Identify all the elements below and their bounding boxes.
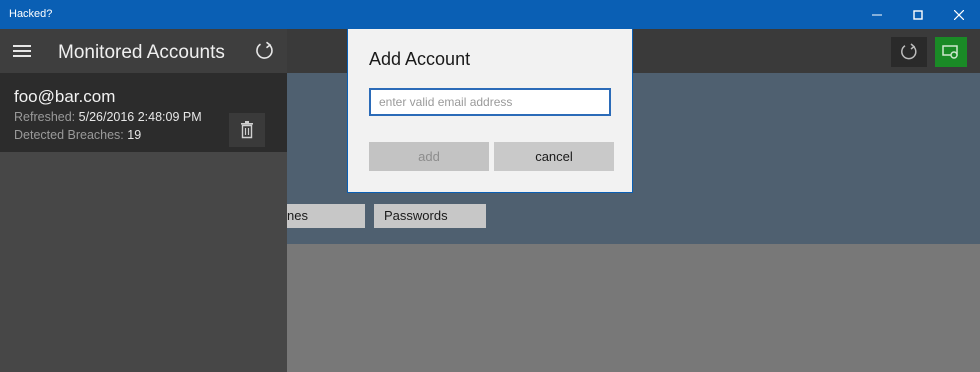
email-input[interactable] — [369, 88, 611, 116]
refresh-icon[interactable] — [254, 40, 276, 62]
trash-icon — [241, 121, 253, 139]
refreshed-line: Refreshed: 5/26/2016 2:48:09 PM — [14, 110, 202, 124]
refreshed-value: 5/26/2016 2:48:09 PM — [78, 110, 202, 124]
title-bar: Hacked? — [0, 0, 980, 29]
add-account-button[interactable] — [935, 37, 967, 67]
close-icon — [954, 9, 964, 20]
refreshed-label: Refreshed: — [14, 110, 76, 124]
breaches-value: 19 — [127, 128, 142, 142]
sidebar-header: Monitored Accounts — [0, 29, 287, 73]
account-list-item[interactable]: foo@bar.com Refreshed: 5/26/2016 2:48:09… — [0, 73, 287, 152]
minimize-button[interactable] — [854, 0, 900, 29]
window-title: Hacked? — [9, 8, 53, 20]
breaches-line: Detected Breaches: 19 — [14, 128, 141, 142]
sidebar: Monitored Accounts foo@bar.com Refreshed… — [0, 29, 287, 372]
maximize-button[interactable] — [895, 0, 941, 29]
refresh-icon — [901, 43, 917, 60]
maximize-icon — [913, 9, 923, 20]
account-detail-content — [287, 244, 980, 372]
tab-names[interactable]: nes — [287, 204, 365, 228]
account-email: foo@bar.com — [14, 87, 116, 106]
hamburger-menu-icon[interactable] — [12, 43, 32, 59]
close-button[interactable] — [936, 0, 980, 29]
sidebar-title: Monitored Accounts — [58, 42, 225, 63]
breaches-label: Detected Breaches: — [14, 128, 124, 142]
cancel-button[interactable]: cancel — [494, 142, 614, 171]
delete-account-button[interactable] — [229, 113, 265, 147]
add-account-icon — [942, 45, 958, 59]
minimize-icon — [872, 14, 882, 15]
main-refresh-button[interactable] — [891, 37, 927, 67]
add-button[interactable]: add — [369, 142, 489, 171]
dialog-title: Add Account — [369, 49, 471, 69]
tab-passwords[interactable]: Passwords — [374, 204, 486, 228]
add-account-dialog: Add Account add cancel — [347, 29, 633, 193]
